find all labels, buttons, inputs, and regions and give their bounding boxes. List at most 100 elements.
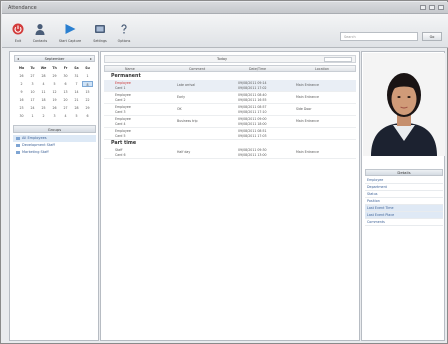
calendar-day[interactable]: 8 — [82, 81, 93, 87]
cell-name: Employee — [115, 129, 131, 133]
minimize-button[interactable] — [420, 5, 426, 10]
calendar-day[interactable]: 19 — [49, 97, 60, 103]
app-window: Attendance Exit Contacts Start Capture S… — [0, 0, 448, 344]
group-row-header[interactable]: Part time — [104, 140, 356, 147]
prev-month-icon[interactable]: ◂ — [17, 56, 19, 62]
detail-row[interactable]: Department — [365, 184, 443, 191]
table-row[interactable]: Employee Card 3 OK 09/08/2011 08:57 09/08/20… — [104, 104, 356, 116]
next-month-icon[interactable]: ▸ — [90, 56, 92, 62]
calendar-day[interactable]: 31 — [71, 73, 82, 79]
calendar-day[interactable]: 28 — [71, 105, 82, 111]
calendar-day[interactable]: 3 — [27, 81, 38, 87]
cell-time-in: 09/08/2011 09:30 — [238, 148, 267, 152]
exit-button[interactable]: Exit — [6, 23, 30, 47]
cell-name: Staff — [115, 148, 123, 152]
detail-label: Last Event Time — [367, 206, 394, 210]
table-row[interactable]: Employee Card 1 Late arrival 09/08/2011 09:… — [104, 80, 356, 92]
calendar-day[interactable]: 1 — [27, 113, 38, 119]
calendar-day[interactable]: 17 — [27, 97, 38, 103]
maximize-button[interactable] — [429, 5, 435, 10]
calendar-day[interactable]: 30 — [60, 73, 71, 79]
help-icon — [121, 24, 127, 34]
calendar-day[interactable]: 27 — [27, 73, 38, 79]
calendar-day[interactable]: 12 — [49, 89, 60, 95]
cell-location: Main Entrance — [296, 83, 319, 87]
calendar-day[interactable]: 21 — [71, 97, 82, 103]
calendar-day[interactable]: 5 — [49, 81, 60, 87]
options-button[interactable]: Options — [112, 23, 136, 47]
calendar-day[interactable]: 2 — [38, 113, 49, 119]
column-header-location[interactable]: Location — [315, 66, 329, 72]
date-filter-bar: Today — [104, 55, 356, 63]
cell-comment: Business trip — [177, 119, 198, 123]
detail-row[interactable]: Position — [365, 198, 443, 205]
calendar-day[interactable]: 23 — [16, 105, 27, 111]
calendar-day[interactable]: 7 — [71, 81, 82, 87]
calendar-day[interactable]: 18 — [38, 97, 49, 103]
calendar-day[interactable]: 4 — [60, 113, 71, 119]
filter-field[interactable] — [324, 57, 352, 62]
detail-row[interactable]: Last Event Place — [365, 212, 443, 219]
start-capture-label: Start Capture — [58, 39, 82, 43]
search-button[interactable]: Go — [422, 32, 442, 41]
cell-name: Employee — [115, 105, 131, 109]
event-list: Permanent Employee Card 1 Late arrival 09/08… — [104, 73, 356, 159]
group-label: Development Staff — [22, 143, 55, 147]
calendar-day[interactable]: 1 — [82, 73, 93, 79]
calendar-day[interactable]: 22 — [82, 97, 93, 103]
column-header-name[interactable]: Name — [125, 66, 135, 72]
calendar-day[interactable]: 5 — [71, 113, 82, 119]
employee-photo — [363, 53, 445, 156]
calendar-day[interactable]: 6 — [82, 113, 93, 119]
calendar-day[interactable]: 29 — [82, 105, 93, 111]
calendar-day[interactable]: 30 — [16, 113, 27, 119]
column-header-datetime[interactable]: Date/Time — [249, 66, 266, 72]
group-item-marketing[interactable]: Marketing Staff — [13, 149, 96, 156]
detail-row[interactable]: Employee — [365, 177, 443, 184]
calendar-day[interactable]: 24 — [27, 105, 38, 111]
table-row[interactable]: Employee Card 2 Early 09/08/2011 08:40 09/08… — [104, 92, 356, 104]
detail-row[interactable]: Status — [365, 191, 443, 198]
play-icon — [65, 24, 76, 34]
calendar-day-header: Mo — [18, 66, 25, 70]
calendar-day[interactable]: 28 — [38, 73, 49, 79]
calendar-day[interactable]: 9 — [16, 89, 27, 95]
date-filter-label: Today — [217, 57, 228, 61]
calendar-grid: Mo Tu We Th Fr Sa Su 26 27 28 29 30 31 1 2 3 4 5 6 7 8 9 10 11 1… — [16, 65, 93, 119]
calendar-day[interactable]: 16 — [16, 97, 27, 103]
group-item-development[interactable]: Development Staff — [13, 142, 96, 149]
detail-label: Last Event Place — [367, 213, 395, 217]
calendar-day[interactable]: 3 — [49, 113, 60, 119]
detail-row[interactable]: Last Event Time — [365, 205, 443, 212]
column-header-comment[interactable]: Comment — [189, 66, 205, 72]
calendar-day[interactable]: 25 — [38, 105, 49, 111]
calendar-day[interactable]: 26 — [49, 105, 60, 111]
calendar-day[interactable]: 4 — [38, 81, 49, 87]
settings-button[interactable]: Settings — [88, 23, 112, 47]
settings-label: Settings — [93, 39, 107, 43]
calendar-day[interactable]: 26 — [16, 73, 27, 79]
start-capture-button[interactable]: Start Capture — [56, 23, 84, 47]
group-row-header[interactable]: Permanent — [104, 73, 356, 80]
calendar-day[interactable]: 15 — [82, 89, 93, 95]
search-input[interactable]: Search — [340, 32, 418, 41]
detail-row[interactable]: Comments — [365, 219, 443, 226]
calendar-day[interactable]: 27 — [60, 105, 71, 111]
calendar-day[interactable]: 20 — [60, 97, 71, 103]
calendar-day[interactable]: 13 — [60, 89, 71, 95]
close-button[interactable] — [438, 5, 444, 10]
calendar-day[interactable]: 6 — [60, 81, 71, 87]
table-row[interactable]: Staff Card 6 Half day 09/08/2011 09:30 09/08… — [104, 147, 356, 159]
calendar-day[interactable]: 29 — [49, 73, 60, 79]
calendar-day[interactable]: 11 — [38, 89, 49, 95]
table-row[interactable]: Employee Card 4 Business trip 09/08/2011 09… — [104, 116, 356, 128]
table-row[interactable]: Employee Card 5 09/08/2011 08:51 09/08/2011… — [104, 128, 356, 140]
group-item-all[interactable]: All Employees — [13, 135, 96, 142]
calendar-day[interactable]: 10 — [27, 89, 38, 95]
details-pane: Details Employee Department Status Position… — [361, 51, 445, 341]
calendar-day[interactable]: 14 — [71, 89, 82, 95]
main-toolbar: Exit Contacts Start Capture Settings Opt… — [2, 14, 448, 48]
cell-card: Card 4 — [115, 122, 126, 126]
contacts-button[interactable]: Contacts — [28, 23, 52, 47]
calendar-day[interactable]: 2 — [16, 81, 27, 87]
